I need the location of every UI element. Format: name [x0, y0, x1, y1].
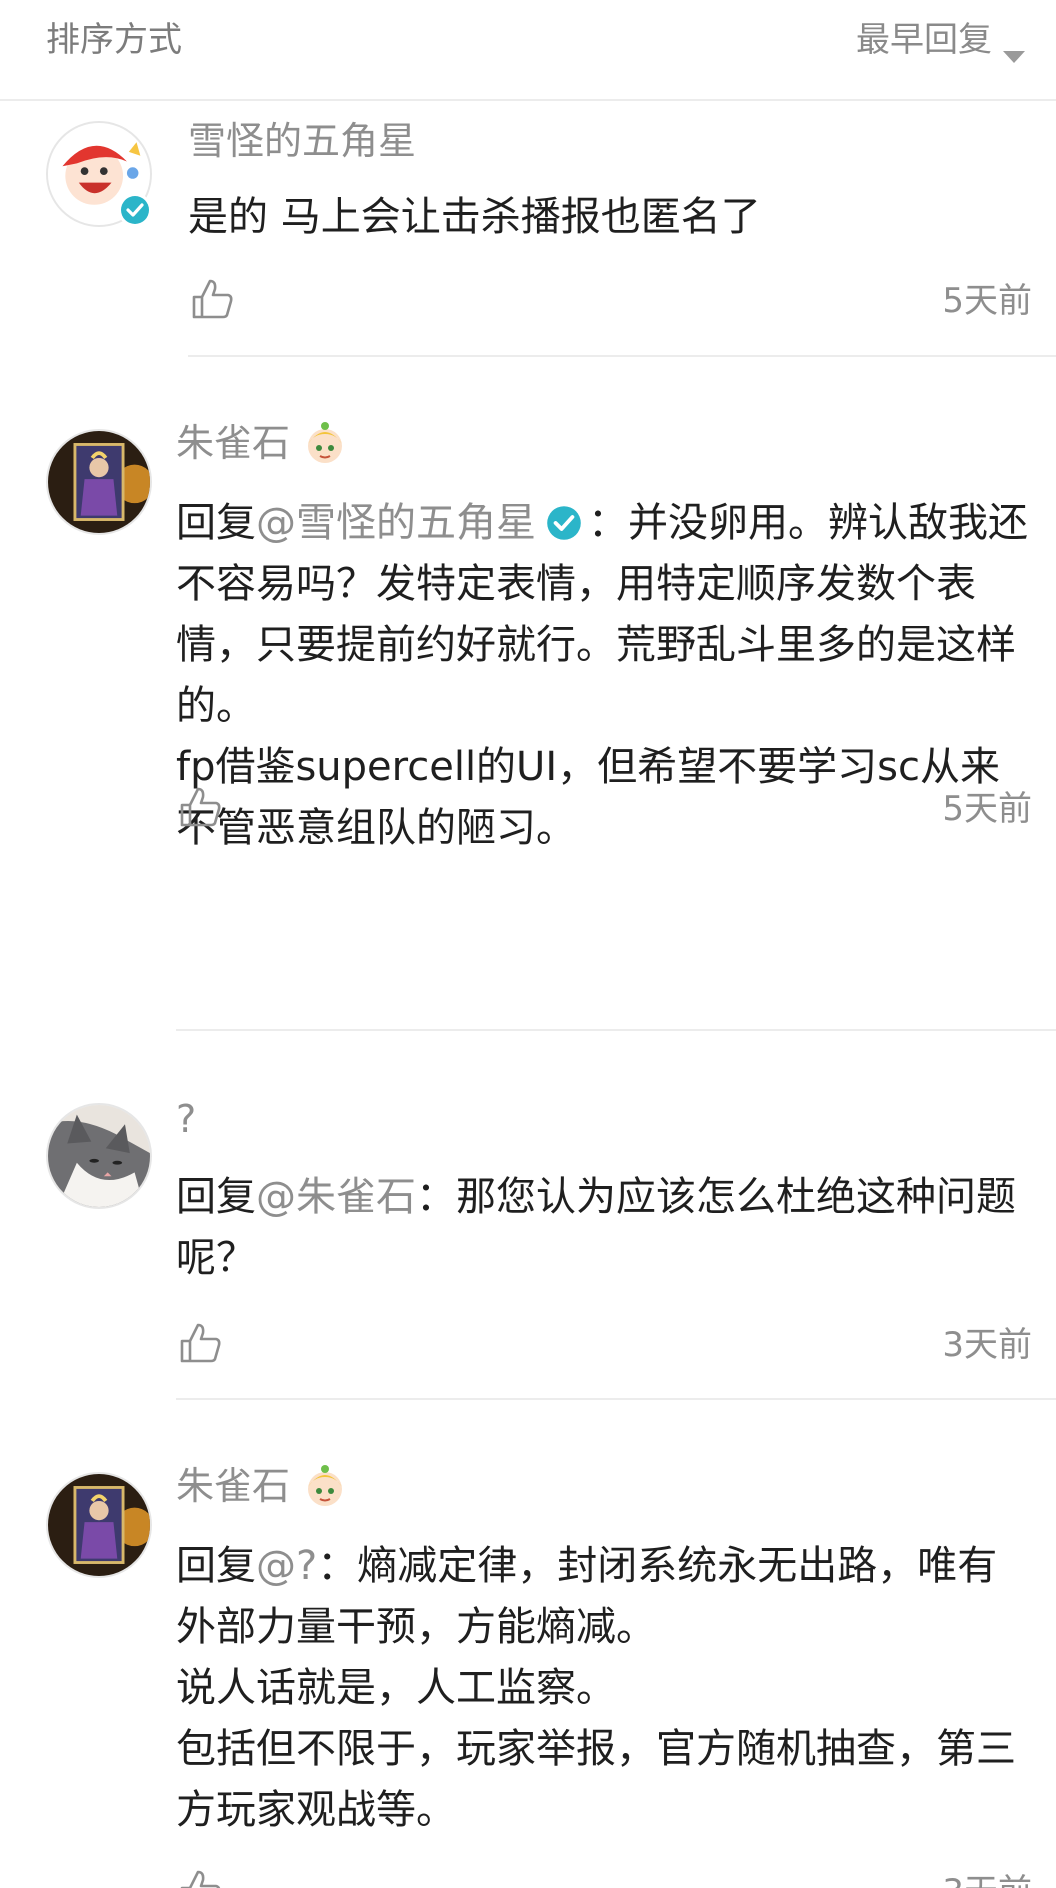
comment-time: 5天前 [942, 281, 1032, 321]
mention-link[interactable]: @? [256, 1543, 317, 1589]
comment-body-3: 包括但不限于，玩家举报，官方随机抽查，第三方玩家观战等。 [176, 1726, 1016, 1833]
reply-prefix: 回复 [176, 1543, 256, 1589]
triangle-down-icon [1002, 33, 1026, 63]
cartoon-girl-icon [302, 420, 348, 466]
cartoon-girl-icon [302, 1463, 348, 1509]
username-text: 朱雀石 [176, 1464, 291, 1508]
separator: ： [588, 500, 628, 546]
comment-time: 5天前 [942, 789, 1032, 829]
comment-item: 朱雀石 回复@?：熵减定律，封闭系统永无出路，唯有外部力量干预，方能熵减。 说人话… [0, 1400, 1056, 1888]
sort-order-value: 最早回复 [856, 20, 992, 60]
reply-prefix: 回复 [176, 500, 256, 546]
sort-bar: 排序方式 最早回复 [0, 0, 1056, 101]
comment-time: 3天前 [942, 1872, 1032, 1888]
avatar[interactable] [46, 429, 152, 535]
separator: ： [317, 1543, 358, 1589]
comment-username[interactable]: 雪怪的五角星 [188, 117, 416, 165]
comment-text: 回复@雪怪的五角星 ：并没卵用。辨认敌我还不容易吗？发特定表情，用特定顺序发数个表… [176, 493, 1032, 859]
comment-text: 是的 马上会让击杀播报也匿名了 [188, 194, 761, 240]
like-button[interactable] [188, 275, 236, 323]
like-button[interactable] [176, 783, 224, 831]
avatar[interactable] [46, 1472, 152, 1578]
separator: ： [416, 1174, 456, 1220]
comment-time: 3天前 [942, 1325, 1032, 1365]
comment-username[interactable]: 朱雀石 [176, 1462, 348, 1510]
comment-text: 回复@朱雀石：那您认为应该怎么杜绝这种问题呢？ [176, 1167, 1032, 1289]
comment-username[interactable]: 朱雀石 [176, 419, 348, 467]
sort-order-dropdown[interactable]: 最早回复 [856, 20, 1026, 63]
comment-item: ? 回复@朱雀石：那您认为应该怎么杜绝这种问题呢？ 3天前 [0, 1031, 1056, 1400]
comment-thread-page: 排序方式 最早回复 雪怪的五角星 是的 马上会让击杀播报也匿名了 5天前 朱雀石… [0, 0, 1056, 1888]
avatar[interactable] [46, 1103, 152, 1209]
comment-text: 回复@?：熵减定律，封闭系统永无出路，唯有外部力量干预，方能熵减。 说人话就是，人… [176, 1536, 1032, 1841]
comment-body-2: 说人话就是，人工监察。 [176, 1665, 616, 1711]
sort-label: 排序方式 [46, 20, 182, 60]
comment-item: 朱雀石 回复@雪怪的五角星 ：并没卵用。辨认敌我还不容易吗？发特定表情，用特定顺序… [0, 357, 1056, 1031]
mention-link[interactable]: @朱雀石 [256, 1174, 416, 1220]
reply-prefix: 回复 [176, 1174, 256, 1220]
mention-link[interactable]: @雪怪的五角星 [256, 500, 536, 546]
verified-icon [546, 498, 582, 540]
comment-item: 雪怪的五角星 是的 马上会让击杀播报也匿名了 5天前 [0, 101, 1056, 357]
like-button[interactable] [176, 1866, 224, 1888]
username-text: 朱雀石 [176, 421, 291, 465]
verified-icon [118, 193, 152, 227]
comment-username[interactable]: ? [176, 1095, 196, 1143]
like-button[interactable] [176, 1319, 224, 1367]
comment-body-2: fp借鉴supercell的UI，但希望不要学习sc从来不管恶意组队的陋习。 [176, 744, 1000, 851]
